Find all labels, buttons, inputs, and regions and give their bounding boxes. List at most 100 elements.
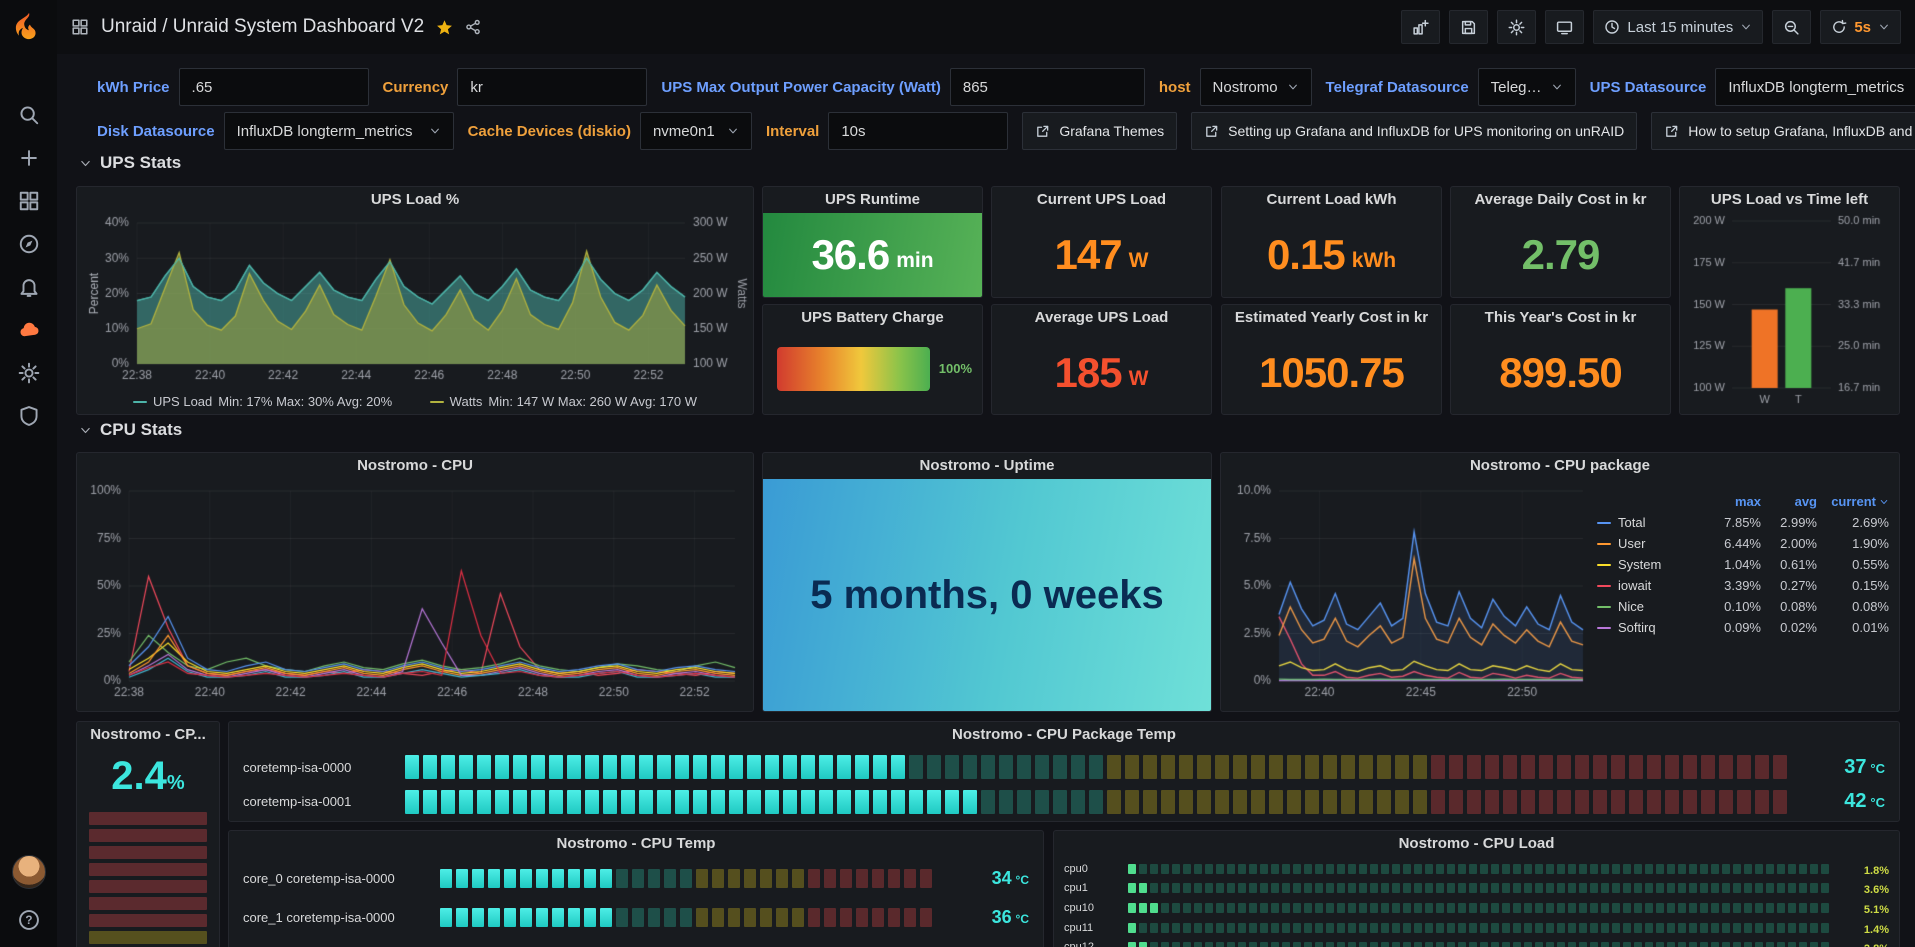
- variable-input[interactable]: .65: [179, 68, 369, 106]
- sidebar-item-cloud[interactable]: [18, 319, 40, 341]
- panel-title[interactable]: Nostromo - CPU Temp: [229, 831, 1043, 857]
- panel-title[interactable]: Nostromo - CPU Load: [1054, 831, 1899, 857]
- svg-text:?: ?: [25, 914, 32, 927]
- dashboard-link[interactable]: Setting up Grafana and InfluxDB for UPS …: [1191, 112, 1637, 150]
- grafana-logo[interactable]: [14, 11, 44, 44]
- panel-title[interactable]: Nostromo - Uptime: [763, 453, 1211, 479]
- legend-series-name[interactable]: iowait: [1597, 578, 1705, 593]
- cpu-chart[interactable]: [81, 479, 749, 707]
- caret-down-icon: [1879, 497, 1889, 507]
- sidebar-item-explore[interactable]: [18, 233, 40, 255]
- save-dashboard-button[interactable]: [1449, 10, 1488, 44]
- variable-kwh-price: kWh Price.65: [97, 68, 369, 106]
- star-icon[interactable]: [436, 19, 453, 36]
- help-icon: ?: [18, 909, 40, 931]
- panel-title[interactable]: This Year's Cost in kr: [1451, 305, 1670, 331]
- refresh-button[interactable]: 5s: [1820, 10, 1901, 44]
- add-panel-button[interactable]: [1401, 10, 1440, 44]
- panel-current-ups-load: Current UPS Load 147 W: [991, 186, 1212, 298]
- section-cpu-stats[interactable]: CPU Stats: [79, 420, 182, 440]
- dashboard-link[interactable]: Grafana Themes: [1022, 112, 1177, 150]
- variable-value: Nostromo: [1213, 79, 1278, 96]
- refresh-icon: [1831, 19, 1847, 35]
- variable-label: host: [1159, 79, 1191, 96]
- dashboard-link[interactable]: How to setup Grafana, InfluxDB and Teleg…: [1651, 112, 1915, 150]
- legend-sort-current[interactable]: current: [1817, 494, 1889, 509]
- legend-ups-load[interactable]: UPS Load Min: 17% Max: 30% Avg: 20%: [133, 394, 392, 409]
- variable-label: UPS Datasource: [1590, 79, 1707, 96]
- variables-row-2: Disk DatasourceInfluxDB longterm_metrics…: [97, 112, 1915, 150]
- legend-series-name[interactable]: System: [1597, 557, 1705, 572]
- sidebar-item-shield[interactable]: [18, 405, 40, 427]
- legend-series-name[interactable]: Nice: [1597, 599, 1705, 614]
- panel-title[interactable]: Average UPS Load: [992, 305, 1211, 331]
- sidebar-item-search[interactable]: [18, 104, 40, 126]
- variable-disk-datasource: Disk DatasourceInfluxDB longterm_metrics: [97, 112, 454, 150]
- panel-title[interactable]: Average Daily Cost in kr: [1451, 187, 1670, 213]
- cpu-package-chart[interactable]: [1225, 479, 1591, 707]
- sidebar-item-plus[interactable]: [18, 147, 40, 169]
- panel-title[interactable]: Current Load kWh: [1222, 187, 1441, 213]
- sidebar-item-settings[interactable]: [18, 362, 40, 384]
- legend-series-name[interactable]: Softirq: [1597, 620, 1705, 635]
- cpu-package-temp-gauges: coretemp-isa-000037 °Ccoretemp-isa-00014…: [229, 748, 1899, 821]
- panel-title[interactable]: Nostromo - CP...: [77, 722, 219, 748]
- apps-grid-icon[interactable]: [71, 18, 89, 36]
- ups-load-legend: UPS Load Min: 17% Max: 30% Avg: 20% Watt…: [133, 394, 697, 409]
- time-range-picker[interactable]: Last 15 minutes: [1593, 10, 1763, 44]
- zoom-out-button[interactable]: [1772, 10, 1811, 44]
- tv-mode-button[interactable]: [1545, 10, 1584, 44]
- panel-title[interactable]: Nostromo - CPU package: [1221, 453, 1899, 479]
- variable-select[interactable]: Telegraf: [1478, 68, 1576, 106]
- share-icon[interactable]: [465, 19, 481, 35]
- legend-watts[interactable]: Watts Min: 147 W Max: 260 W Avg: 170 W: [430, 394, 697, 409]
- chevron-down-icon: [79, 157, 92, 170]
- sidebar-item-alerting[interactable]: [18, 276, 40, 298]
- section-title: UPS Stats: [100, 153, 181, 173]
- variable-select[interactable]: InfluxDB longterm_metrics: [1715, 68, 1915, 106]
- dashboard-settings-button[interactable]: [1497, 10, 1536, 44]
- gauge-value: 3.6%: [1843, 880, 1889, 896]
- panel-title[interactable]: UPS Load vs Time left: [1680, 187, 1899, 213]
- legend-max: 6.44%: [1705, 536, 1761, 551]
- help-icon[interactable]: ?: [18, 909, 40, 931]
- variable-input[interactable]: kr: [457, 68, 647, 106]
- legend-sort-max[interactable]: max: [1705, 494, 1761, 509]
- dashboard-title[interactable]: Unraid / Unraid System Dashboard V2: [101, 16, 424, 38]
- variable-input[interactable]: 10s: [828, 112, 1008, 150]
- panel-cpu-temp: Nostromo - CPU Temp core_0 coretemp-isa-…: [228, 830, 1044, 947]
- external-link-icon: [1035, 124, 1050, 139]
- legend-series-name[interactable]: Total: [1597, 515, 1705, 530]
- legend-series-name[interactable]: User: [1597, 536, 1705, 551]
- gauge-row-cpu1: cpu13.6%: [1064, 880, 1889, 896]
- variable-select[interactable]: nvme0n1: [640, 112, 752, 150]
- panel-title[interactable]: UPS Battery Charge: [763, 305, 982, 331]
- gauge-row-core_0-coretemp-isa-0000: core_0 coretemp-isa-000034 °C: [243, 868, 1029, 889]
- panel-title[interactable]: UPS Runtime: [763, 187, 982, 213]
- uptime-value: 5 months, 0 weeks: [810, 573, 1163, 618]
- ups-load-vs-time-chart[interactable]: [1684, 213, 1895, 410]
- user-avatar[interactable]: [12, 855, 46, 889]
- panel-nostromo-uptime: Nostromo - Uptime 5 months, 0 weeks: [762, 452, 1212, 712]
- ups-load-chart[interactable]: [81, 213, 749, 388]
- refresh-interval-label[interactable]: 5s: [1854, 19, 1871, 36]
- variable-input[interactable]: 865: [950, 68, 1145, 106]
- share-icon: [465, 19, 481, 35]
- panel-title[interactable]: Nostromo - CPU Package Temp: [229, 722, 1899, 748]
- variable-select[interactable]: Nostromo: [1200, 68, 1312, 106]
- sidebar-item-dashboards[interactable]: [18, 190, 40, 212]
- panel-title[interactable]: UPS Load %: [77, 187, 753, 213]
- variable-select[interactable]: InfluxDB longterm_metrics: [224, 112, 454, 150]
- legend-sort-avg[interactable]: avg: [1761, 494, 1817, 509]
- panel-title[interactable]: Nostromo - CPU: [77, 453, 753, 479]
- panel-current-load-kwh: Current Load kWh 0.15 kWh: [1221, 186, 1442, 298]
- stat-value: 2.79: [1451, 213, 1670, 297]
- panel-title[interactable]: Current UPS Load: [992, 187, 1211, 213]
- stat-value: 899.50: [1451, 331, 1670, 414]
- led-track: [1128, 864, 1831, 874]
- lcd-cell: [89, 812, 207, 825]
- cloud-icon: [18, 319, 40, 341]
- panel-title[interactable]: Estimated Yearly Cost in kr: [1222, 305, 1441, 331]
- section-ups-stats[interactable]: UPS Stats: [79, 153, 181, 173]
- gauge-value: 36 °C: [959, 907, 1029, 928]
